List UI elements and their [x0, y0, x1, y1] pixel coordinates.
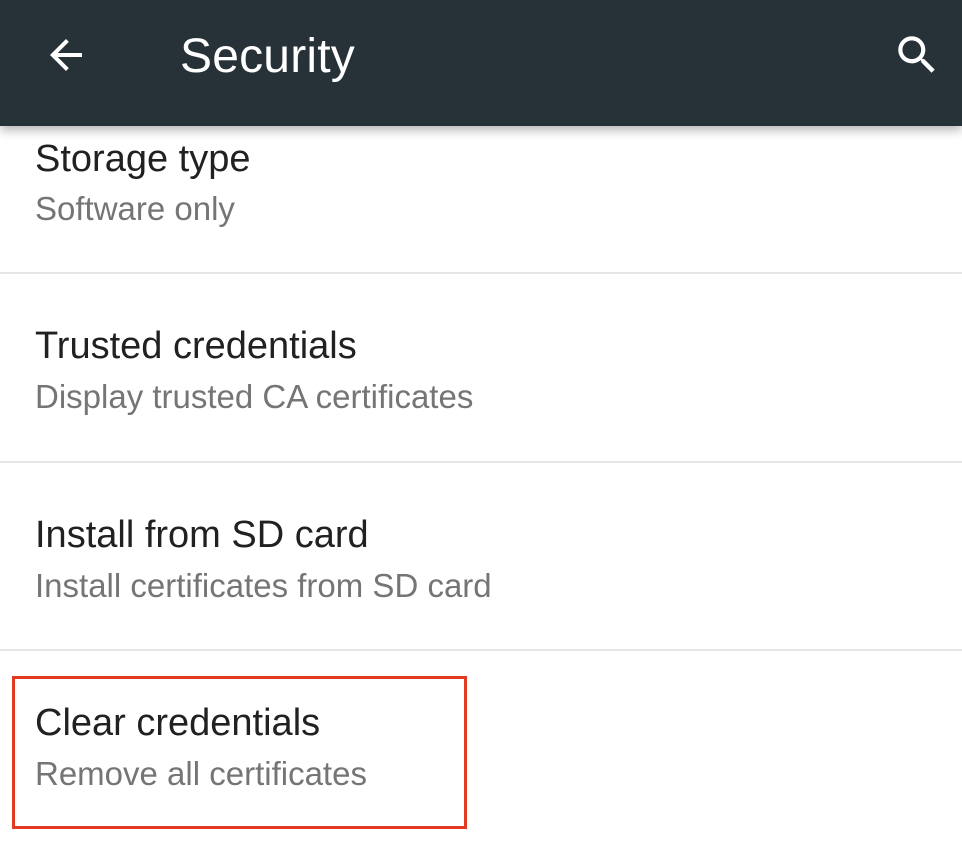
item-title: Install from SD card [35, 514, 369, 556]
arrow-back-icon [50, 39, 82, 71]
item-subtitle: Remove all certificates [35, 755, 367, 792]
list-item-storage-type[interactable]: Storage type Software only [0, 126, 962, 272]
item-title: Trusted credentials [35, 325, 357, 367]
security-settings-screen: Security Storage type Software only Trus… [0, 0, 962, 856]
page-title: Security [180, 30, 355, 83]
search-icon [898, 36, 935, 73]
item-subtitle: Software only [35, 190, 235, 227]
back-button[interactable] [26, 22, 106, 88]
app-bar: Security [0, 0, 962, 126]
list-item-clear-credentials[interactable]: Clear credentials Remove all certificate… [0, 651, 962, 856]
item-subtitle: Display trusted CA certificates [35, 378, 474, 415]
item-title: Storage type [35, 138, 251, 180]
list-item-trusted-credentials[interactable]: Trusted credentials Display trusted CA c… [0, 274, 962, 462]
item-subtitle: Install certificates from SD card [35, 567, 492, 604]
item-title: Clear credentials [35, 702, 321, 744]
list-item-install-from-sd-card[interactable]: Install from SD card Install certificate… [0, 463, 962, 649]
search-button[interactable] [882, 22, 952, 88]
